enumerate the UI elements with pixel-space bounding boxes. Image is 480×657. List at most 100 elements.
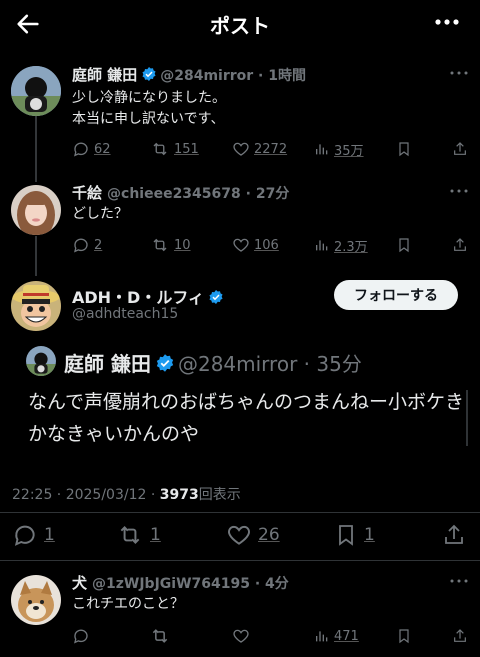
share-icon[interactable] — [442, 520, 466, 550]
bookmark-button[interactable]: 1 — [334, 520, 375, 550]
views-button[interactable]: 2.3万 — [314, 234, 368, 256]
repost-icon[interactable] — [150, 625, 170, 647]
repost-count: 1 — [150, 525, 161, 545]
avatar-image — [11, 281, 61, 331]
bookmark-icon[interactable] — [396, 234, 412, 256]
avatar[interactable] — [11, 281, 61, 331]
reply-button[interactable]: 1 — [12, 520, 55, 550]
bookmark-icon[interactable] — [396, 138, 412, 160]
author-handle[interactable]: @adhdteach15 — [72, 306, 178, 322]
thread-line — [35, 236, 37, 276]
view-count: 2.3万 — [334, 239, 368, 255]
quote-author[interactable]: 庭師 鎌田 @284mirror · 35分 — [64, 348, 362, 377]
repost-icon — [153, 142, 167, 156]
timestamp-text: 22:25 · 2025/03/12 · — [12, 487, 160, 503]
share-icon[interactable] — [452, 234, 468, 256]
repost-button[interactable]: 1 — [116, 520, 161, 550]
post-time[interactable]: 27分 — [256, 186, 289, 202]
like-count: 2272 — [254, 141, 288, 157]
post-text-line: どした？ — [72, 206, 128, 222]
repost-button[interactable]: 10 — [150, 234, 191, 256]
reply-icon — [74, 238, 88, 253]
author-handle: @1zWJbJGiW764195 — [92, 576, 250, 592]
author-handle: @284mirror — [160, 68, 254, 84]
divider — [0, 560, 480, 561]
reply-count: 1 — [44, 525, 55, 545]
analytics-icon — [316, 631, 328, 642]
bookmark-count: 1 — [364, 525, 375, 545]
post-text-line: 本当に申し訳ないです、 — [72, 111, 225, 127]
like-button[interactable]: 2272 — [232, 138, 287, 160]
post-time[interactable]: 4分 — [265, 576, 289, 592]
heart-icon — [233, 238, 249, 252]
quote-text: なんで声優崩れのおばちゃんのつまんねー小ボケきかなきゃいかんのや — [28, 391, 465, 445]
more-icon[interactable] — [450, 578, 468, 584]
quote-handle: @284mirror — [177, 352, 298, 376]
verified-badge-icon — [156, 354, 174, 372]
reply-count: 62 — [94, 141, 111, 157]
avatar-image — [11, 66, 61, 116]
post-actions: 2 10 106 2.3万 — [72, 234, 470, 258]
repost-icon — [120, 526, 140, 544]
analytics-icon — [316, 144, 328, 155]
separator: · — [253, 68, 269, 84]
top-bar: ポスト — [0, 0, 480, 50]
reply-button[interactable]: 2 — [72, 234, 102, 256]
like-button[interactable]: 106 — [232, 234, 279, 256]
repost-count: 151 — [174, 141, 199, 157]
repost-button[interactable]: 151 — [150, 138, 199, 160]
reply-button[interactable]: 62 — [72, 138, 111, 160]
heart-icon[interactable] — [232, 625, 250, 647]
reply-count: 2 — [94, 237, 103, 253]
thread-line — [35, 116, 37, 182]
bookmark-icon[interactable] — [396, 625, 412, 647]
page-title: ポスト — [210, 14, 270, 38]
share-icon[interactable] — [452, 625, 468, 647]
author-name-text: 千絵 — [72, 184, 103, 202]
follow-button[interactable]: フォローする — [334, 280, 458, 310]
avatar[interactable] — [11, 185, 61, 235]
author-name[interactable]: 千絵 @chieee2345678 · 27分 — [72, 182, 289, 203]
post-text: 少し冷静になりました。 本当に申し訳ないです、 — [72, 88, 226, 130]
views-button[interactable]: 35万 — [314, 138, 364, 160]
reply-icon[interactable] — [72, 625, 90, 647]
more-icon[interactable] — [450, 188, 468, 194]
bookmark-icon — [339, 525, 353, 546]
views-button[interactable]: 471 — [314, 625, 359, 647]
like-count: 26 — [258, 525, 280, 545]
avatar[interactable] — [11, 66, 61, 116]
quote-author-name: 庭師 鎌田 — [64, 352, 151, 376]
post-actions: 471 — [72, 625, 470, 649]
author-name[interactable]: ADH・D・ルフィ — [72, 284, 227, 308]
more-options-icon[interactable] — [434, 18, 460, 26]
repost-count: 10 — [174, 237, 191, 253]
verified-badge-icon — [209, 290, 223, 304]
author-name[interactable]: 庭師 鎌田 @284mirror · 1時間 — [72, 64, 306, 85]
separator: · — [249, 576, 266, 592]
separator: · — [240, 186, 256, 202]
author-name[interactable]: 犬 @1zWJbJGiW764195 · 4分 — [72, 572, 289, 593]
view-label: 回表示 — [198, 487, 241, 503]
post-text: どした？ — [72, 204, 128, 225]
post-actions: 62 151 2272 35万 — [72, 138, 470, 162]
separator: · — [297, 352, 317, 376]
like-button[interactable]: 26 — [226, 520, 280, 550]
like-count: 106 — [254, 237, 279, 253]
avatar-image — [26, 346, 56, 376]
verified-badge-icon — [142, 67, 156, 81]
share-icon[interactable] — [452, 138, 468, 160]
author-name-text: ADH・D・ルフィ — [72, 288, 205, 307]
analytics-icon — [316, 240, 328, 251]
author-name-text: 庭師 鎌田 — [72, 66, 138, 84]
reply-icon — [74, 142, 88, 157]
post-time[interactable]: 1時間 — [268, 68, 306, 84]
heart-icon — [228, 525, 250, 545]
quote-time: 35分 — [316, 352, 362, 376]
post-text-line: 少し冷静になりました。 — [72, 90, 226, 106]
avatar[interactable] — [11, 575, 61, 625]
more-icon[interactable] — [450, 70, 468, 76]
quote-avatar[interactable] — [26, 346, 56, 376]
repost-icon — [153, 238, 167, 252]
avatar-image — [11, 185, 61, 235]
post-timestamp: 22:25 · 2025/03/12 · 3973回表示 — [12, 484, 241, 504]
